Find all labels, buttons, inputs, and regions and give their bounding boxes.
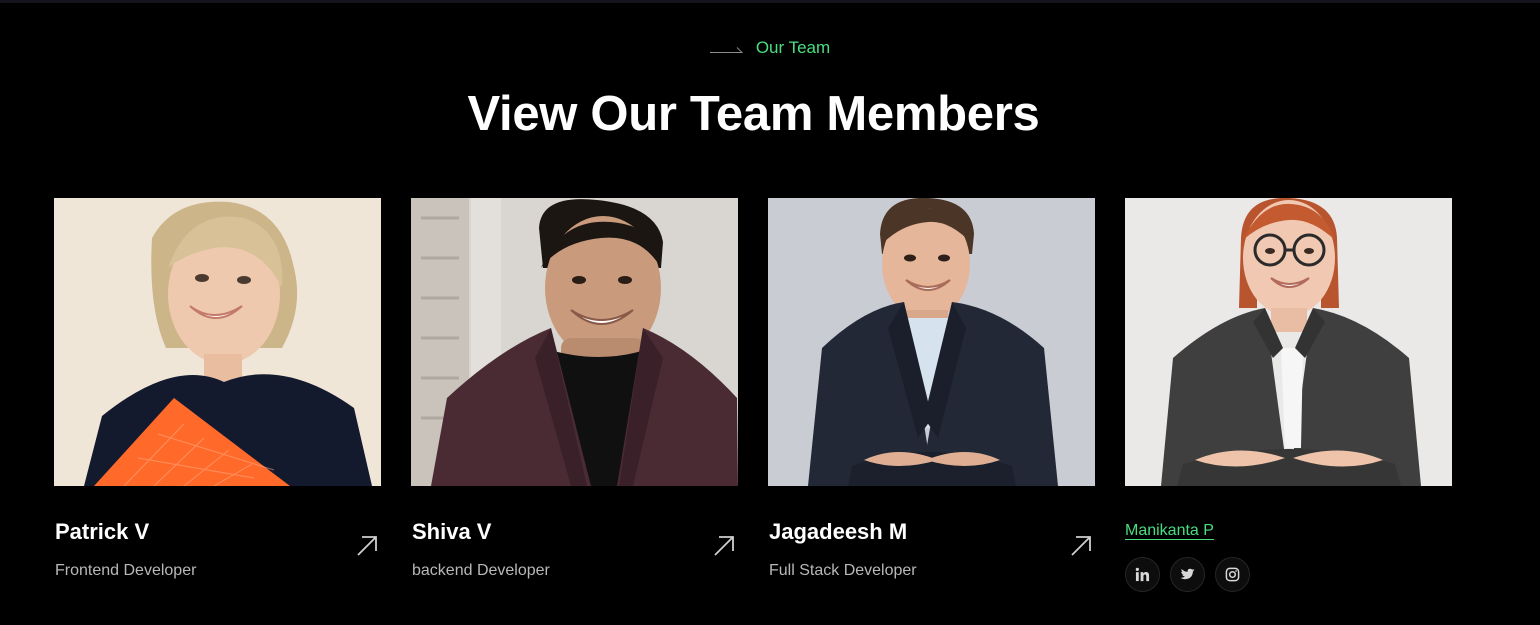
member-photo — [411, 198, 738, 486]
social-links — [1125, 557, 1250, 592]
team-card: Patrick V Frontend Developer — [54, 198, 381, 608]
twitter-icon — [1180, 568, 1195, 580]
top-border — [0, 0, 1540, 3]
section-eyebrow: Our Team — [0, 38, 1540, 58]
twitter-button[interactable] — [1170, 557, 1205, 592]
member-name: Patrick V — [55, 519, 150, 544]
member-photo — [54, 198, 381, 486]
arrow-up-right-icon[interactable] — [1069, 534, 1093, 558]
member-role: Frontend Developer — [55, 562, 197, 579]
member-role: Full Stack Developer — [769, 562, 917, 579]
member-name: Jagadeesh M — [769, 519, 908, 544]
section-label: Our Team — [755, 38, 831, 57]
team-card: Jagadeesh M Full Stack Developer — [768, 198, 1095, 608]
member-name-link[interactable]: Manikanta P — [1125, 522, 1214, 540]
arrow-up-right-icon[interactable] — [355, 534, 379, 558]
member-role: backend Developer — [412, 562, 550, 579]
instagram-icon — [1225, 567, 1240, 582]
team-card: Manikanta P — [1125, 198, 1452, 608]
arrow-up-right-icon[interactable] — [712, 534, 736, 558]
page-title: View Our Team Members — [467, 87, 1040, 141]
member-photo — [1125, 198, 1452, 486]
line-arrow-icon — [709, 47, 744, 53]
team-card: Shiva V backend Developer — [411, 198, 738, 608]
linkedin-button[interactable] — [1125, 557, 1160, 592]
member-photo — [768, 198, 1095, 486]
instagram-button[interactable] — [1215, 557, 1250, 592]
linkedin-icon — [1135, 567, 1150, 582]
member-name: Shiva V — [412, 519, 492, 544]
